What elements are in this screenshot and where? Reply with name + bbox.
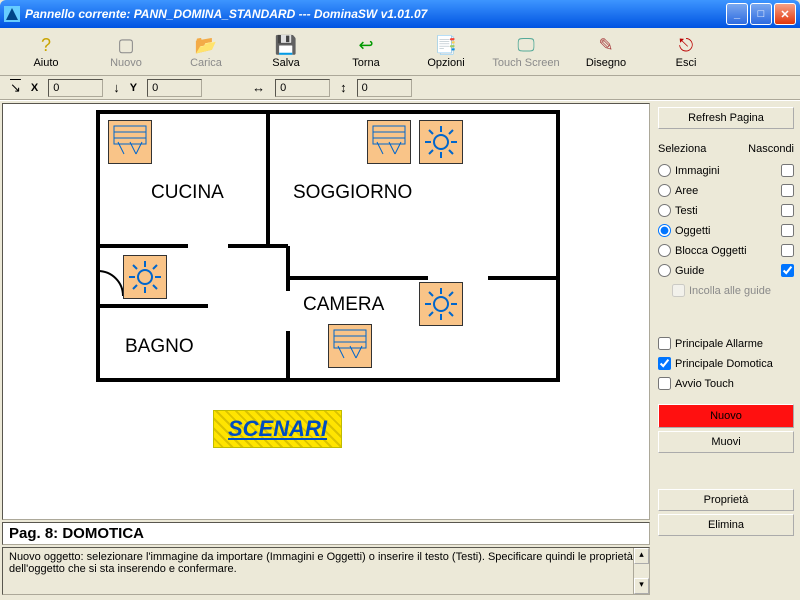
- scenari-button[interactable]: SCENARI: [213, 410, 342, 448]
- width-field[interactable]: [275, 79, 330, 97]
- maximize-button[interactable]: □: [750, 3, 772, 25]
- minimize-button[interactable]: _: [726, 3, 748, 25]
- hide-guide[interactable]: [781, 264, 794, 277]
- hide-immagini[interactable]: [781, 164, 794, 177]
- sidebar-panel: Refresh Pagina Seleziona Nascondi Immagi…: [652, 101, 800, 597]
- light-icon-soggiorno[interactable]: [419, 120, 463, 164]
- height-field[interactable]: [357, 79, 412, 97]
- exit-icon: ⎋: [679, 35, 693, 57]
- close-button[interactable]: ✕: [774, 3, 796, 25]
- refresh-button[interactable]: Refresh Pagina: [658, 107, 794, 129]
- save-icon: 💾: [275, 35, 297, 57]
- options-icon: 📑: [435, 35, 457, 57]
- hide-testi[interactable]: [781, 204, 794, 217]
- y-label: Y: [130, 82, 137, 94]
- y-field[interactable]: [147, 79, 202, 97]
- canvas-column: CUCINA SOGGIORNO CAMERA BAGNO SCENARI Pa…: [0, 101, 652, 597]
- room-label-soggiorno[interactable]: SOGGIORNO: [293, 182, 412, 204]
- light-icon-camera[interactable]: [419, 282, 463, 326]
- radio-testi[interactable]: Testi: [658, 204, 698, 217]
- radio-oggetti[interactable]: Oggetti: [658, 224, 710, 237]
- options-button[interactable]: 📑Opzioni: [406, 30, 486, 74]
- muovi-button[interactable]: Muovi: [658, 431, 794, 453]
- coordinates-bar: ↘ X ↓ Y ↔ ↕: [0, 76, 800, 100]
- draw-icon: ✎: [598, 35, 613, 57]
- blind-icon-camera[interactable]: [328, 324, 372, 368]
- help-icon: ?: [41, 35, 51, 57]
- back-icon: ↩: [358, 35, 373, 57]
- x-arrow-icon: ↘: [10, 80, 21, 96]
- new-file-icon: ▢: [117, 35, 134, 57]
- hint-text: Nuovo oggetto: selezionare l'immagine da…: [9, 551, 633, 575]
- room-label-bagno[interactable]: BAGNO: [125, 336, 194, 358]
- content-area: CUCINA SOGGIORNO CAMERA BAGNO SCENARI Pa…: [0, 100, 800, 597]
- title-bar: Pannello corrente: PANN_DOMINA_STANDARD …: [0, 0, 800, 28]
- principale-domotica-check[interactable]: [658, 357, 671, 370]
- incolla-guide-check: Incolla alle guide: [672, 282, 794, 299]
- elimina-button[interactable]: Elimina: [658, 514, 794, 536]
- touchscreen-button[interactable]: 🖵Touch Screen: [486, 30, 566, 74]
- draw-button[interactable]: ✎Disegno: [566, 30, 646, 74]
- sidebar-header: Seleziona Nascondi: [658, 143, 794, 155]
- nascondi-label: Nascondi: [748, 143, 794, 155]
- proprieta-button[interactable]: Proprietà: [658, 489, 794, 511]
- drawing-canvas[interactable]: CUCINA SOGGIORNO CAMERA BAGNO SCENARI: [2, 103, 650, 520]
- main-toolbar: ?Aiuto ▢Nuovo 📂Carica 💾Salva ↩Torna 📑Opz…: [0, 28, 800, 76]
- hint-box: Nuovo oggetto: selezionare l'immagine da…: [2, 547, 650, 595]
- page-label: Pag. 8: DOMOTICA: [2, 522, 650, 545]
- y-arrow-icon: ↓: [113, 80, 120, 95]
- height-arrow-icon: ↕: [340, 80, 347, 95]
- hide-oggetti[interactable]: [781, 224, 794, 237]
- blind-icon-soggiorno[interactable]: [367, 120, 411, 164]
- hide-blocca[interactable]: [781, 244, 794, 257]
- exit-button[interactable]: ⎋Esci: [646, 30, 726, 74]
- hide-aree[interactable]: [781, 184, 794, 197]
- x-field[interactable]: [48, 79, 103, 97]
- room-label-cucina[interactable]: CUCINA: [151, 182, 224, 204]
- open-folder-icon: 📂: [195, 35, 217, 57]
- light-icon-bagno[interactable]: [123, 255, 167, 299]
- help-button[interactable]: ?Aiuto: [6, 30, 86, 74]
- touchscreen-icon: 🖵: [517, 35, 534, 57]
- seleziona-label: Seleziona: [658, 143, 706, 155]
- radio-aree[interactable]: Aree: [658, 184, 698, 197]
- load-button[interactable]: 📂Carica: [166, 30, 246, 74]
- room-label-camera[interactable]: CAMERA: [303, 294, 384, 316]
- blind-icon-cucina[interactable]: [108, 120, 152, 164]
- avvio-touch-check[interactable]: [658, 377, 671, 390]
- nuovo-object-button[interactable]: Nuovo: [658, 404, 794, 428]
- width-arrow-icon: ↔: [252, 80, 265, 95]
- radio-guide[interactable]: Guide: [658, 264, 704, 277]
- back-button[interactable]: ↩Torna: [326, 30, 406, 74]
- hint-scrollbar[interactable]: ▴▾: [633, 548, 649, 594]
- x-label: X: [31, 82, 38, 94]
- radio-immagini[interactable]: Immagini: [658, 164, 720, 177]
- save-button[interactable]: 💾Salva: [246, 30, 326, 74]
- principale-allarme-check[interactable]: [658, 337, 671, 350]
- new-button[interactable]: ▢Nuovo: [86, 30, 166, 74]
- radio-blocca[interactable]: Blocca Oggetti: [658, 244, 747, 257]
- app-icon: [4, 6, 20, 22]
- window-title: Pannello corrente: PANN_DOMINA_STANDARD …: [25, 7, 724, 21]
